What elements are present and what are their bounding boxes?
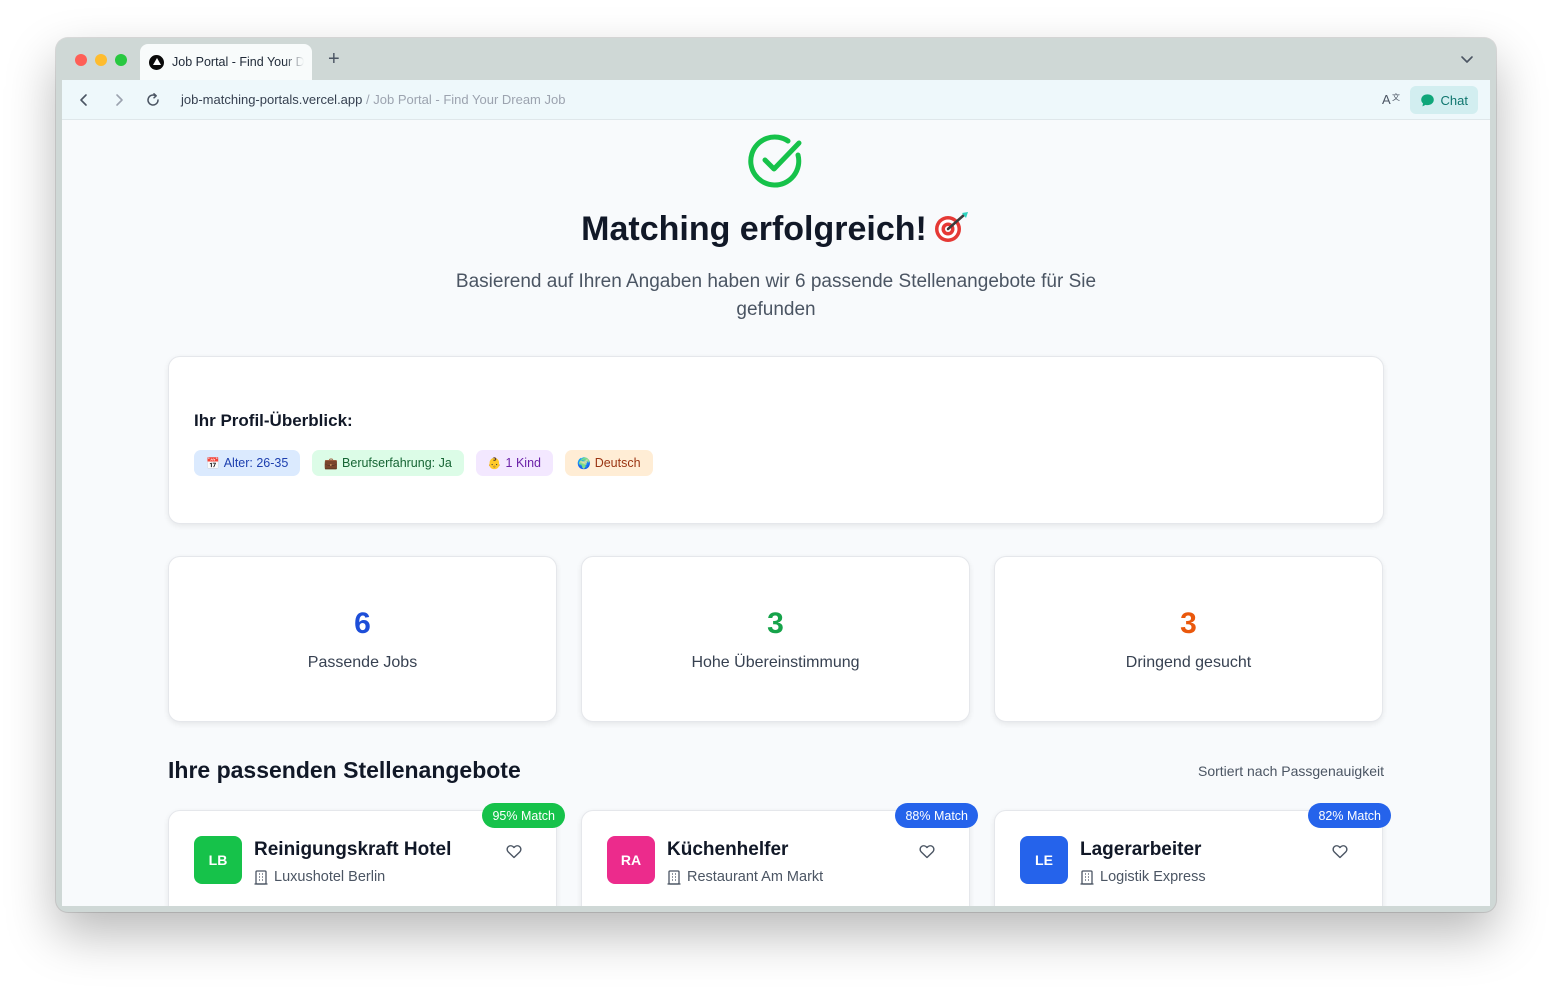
building-icon bbox=[254, 869, 268, 885]
company-logo: LE bbox=[1020, 836, 1068, 884]
maximize-window-button[interactable] bbox=[115, 54, 127, 66]
chip-experience-label: Berufserfahrung: Ja bbox=[342, 456, 452, 470]
svg-text:文: 文 bbox=[1392, 92, 1400, 102]
calendar-icon: 📅 bbox=[206, 457, 220, 470]
chat-bubble-icon bbox=[1420, 93, 1434, 106]
hero-subtitle: Basierend auf Ihren Angaben haben wir 6 … bbox=[455, 271, 1097, 320]
job-card[interactable]: 82% Match LE Lagerarbeiter Logistik Expr… bbox=[994, 803, 1391, 906]
browser-window: Job Portal - Find Your Dream Job + job-m… bbox=[56, 38, 1496, 912]
job-title[interactable]: Reinigungskraft Hotel bbox=[254, 839, 451, 861]
match-badge: 88% Match bbox=[895, 803, 978, 828]
stat-value: 3 bbox=[767, 607, 784, 640]
url-host: job-matching-portals.vercel.app bbox=[181, 92, 363, 107]
minimize-window-button[interactable] bbox=[95, 54, 107, 66]
hero-title-text: Matching erfolgreich! bbox=[581, 210, 927, 248]
building-icon bbox=[667, 869, 681, 885]
close-window-button[interactable] bbox=[75, 54, 87, 66]
page-title: Matching erfolgreich! bbox=[62, 210, 1490, 253]
building-icon bbox=[1080, 869, 1094, 885]
company-line: Luxushotel Berlin bbox=[254, 869, 385, 885]
vercel-favicon-icon bbox=[149, 54, 164, 70]
profile-chips: 📅 Alter: 26-35 💼 Berufserfahrung: Ja 👶 1 Ki… bbox=[194, 450, 653, 476]
job-card[interactable]: 95% Match LB Reinigungskraft Hotel Luxus… bbox=[168, 803, 565, 906]
job-card[interactable]: 88% Match RA Küchenhelfer Restaurant Am … bbox=[581, 803, 978, 906]
company-logo: LB bbox=[194, 836, 242, 884]
stat-label: Hohe Übereinstimmung bbox=[691, 654, 860, 671]
company-line: Restaurant Am Markt bbox=[667, 869, 823, 885]
stat-card-urgent: 3 Dringend gesucht bbox=[994, 556, 1383, 722]
heart-icon[interactable] bbox=[1332, 844, 1348, 864]
browser-toolbar: job-matching-portals.vercel.app / Job Po… bbox=[62, 80, 1490, 120]
chip-language: 🌍 Deutsch bbox=[564, 450, 653, 476]
tab-title: Job Portal - Find Your Dream Job bbox=[172, 55, 304, 69]
stat-label: Dringend gesucht bbox=[1125, 654, 1252, 671]
address-bar[interactable]: job-matching-portals.vercel.app / Job Po… bbox=[181, 92, 565, 107]
chip-age-label: Alter: 26-35 bbox=[223, 456, 289, 470]
match-badge: 82% Match bbox=[1308, 803, 1391, 828]
translate-icon[interactable]: A文 bbox=[1382, 91, 1400, 110]
target-icon bbox=[933, 210, 971, 253]
company-line: Logistik Express bbox=[1080, 869, 1206, 885]
back-arrow-icon[interactable] bbox=[76, 92, 92, 113]
stat-label: Passende Jobs bbox=[307, 654, 418, 671]
match-badge: 95% Match bbox=[482, 803, 565, 828]
job-title[interactable]: Lagerarbeiter bbox=[1080, 839, 1201, 861]
forward-arrow-icon[interactable] bbox=[111, 92, 127, 113]
chip-children: 👶 1 Kind bbox=[475, 450, 553, 476]
browser-tab[interactable]: Job Portal - Find Your Dream Job bbox=[140, 44, 312, 80]
chat-button[interactable]: Chat bbox=[1409, 86, 1478, 114]
stat-value: 3 bbox=[1180, 607, 1197, 640]
chat-label: Chat bbox=[1440, 92, 1468, 108]
tab-list-chevron-icon[interactable] bbox=[1460, 52, 1474, 71]
profile-title: Ihr Profil-Überblick: bbox=[194, 411, 353, 430]
jobs-section-title: Ihre passenden Stellenangebote bbox=[168, 757, 521, 783]
stat-card-matching-jobs: 6 Passende Jobs bbox=[168, 556, 557, 722]
new-tab-button[interactable]: + bbox=[328, 48, 340, 70]
globe-icon: 🌍 bbox=[576, 457, 591, 470]
url-separator: / bbox=[366, 92, 370, 107]
heart-icon[interactable] bbox=[506, 844, 522, 864]
company-name: Luxushotel Berlin bbox=[274, 869, 386, 885]
heart-icon[interactable] bbox=[919, 844, 935, 864]
url-page-title: Job Portal - Find Your Dream Job bbox=[373, 92, 566, 107]
chip-children-label: 1 Kind bbox=[505, 456, 541, 470]
check-circle-icon bbox=[746, 132, 806, 197]
chip-language-label: Deutsch bbox=[594, 456, 641, 470]
baby-icon: 👶 bbox=[487, 457, 502, 470]
company-logo: RA bbox=[607, 836, 655, 884]
sort-label[interactable]: Sortiert nach Passgenauigkeit bbox=[1198, 763, 1384, 779]
svg-text:A: A bbox=[1382, 92, 1391, 107]
tab-strip: Job Portal - Find Your Dream Job + bbox=[56, 38, 1496, 80]
chip-age: 📅 Alter: 26-35 bbox=[194, 450, 301, 476]
briefcase-icon: 💼 bbox=[324, 457, 339, 470]
page-content: Matching erfolgreich! Basierend auf Ihre… bbox=[62, 120, 1490, 906]
company-name: Logistik Express bbox=[1100, 869, 1206, 885]
company-name: Restaurant Am Markt bbox=[687, 869, 824, 885]
stat-card-high-match: 3 Hohe Übereinstimmung bbox=[581, 556, 970, 722]
job-title[interactable]: Küchenhelfer bbox=[667, 839, 788, 861]
profile-overview-card: Ihr Profil-Überblick: 📅 Alter: 26-35 💼 Ber… bbox=[168, 356, 1384, 524]
reload-icon[interactable] bbox=[145, 92, 161, 113]
stat-value: 6 bbox=[354, 607, 371, 640]
chip-experience: 💼 Berufserfahrung: Ja bbox=[312, 450, 464, 476]
